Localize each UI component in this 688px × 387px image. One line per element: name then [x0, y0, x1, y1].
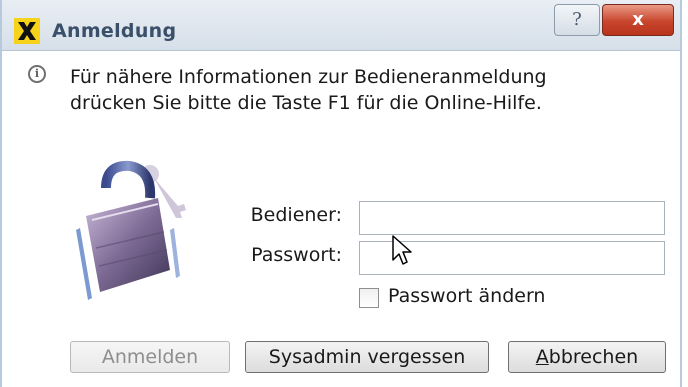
window-title: Anmeldung — [52, 20, 177, 42]
info-line-2: drücken Sie bitte die Taste F1 für die O… — [70, 92, 542, 114]
info-icon: i — [28, 65, 46, 83]
mouse-pointer-icon — [391, 234, 413, 268]
user-label: Bediener: — [250, 204, 342, 226]
password-label: Passwort: — [251, 244, 342, 266]
login-dialog: Anmeldung ? x i Für nähere Informationen… — [0, 0, 682, 387]
cancel-button[interactable]: Abbrechen — [508, 341, 666, 373]
user-input[interactable] — [359, 201, 665, 235]
padlock-icon — [66, 158, 196, 308]
change-password-label[interactable]: Passwort ändern — [388, 285, 545, 307]
title-bar[interactable]: Anmeldung ? x — [2, 0, 680, 51]
sysadmin-forgotten-button[interactable]: Sysadmin vergessen — [245, 341, 489, 373]
close-button[interactable]: x — [602, 4, 674, 36]
info-line-1: Für nähere Informationen zur Bedieneranm… — [70, 66, 547, 88]
help-button[interactable]: ? — [554, 4, 600, 36]
app-logo-icon — [14, 18, 40, 44]
login-button[interactable]: Anmelden — [70, 341, 230, 373]
change-password-checkbox[interactable] — [359, 288, 379, 308]
info-message: Für nähere Informationen zur Bedieneranm… — [70, 64, 547, 116]
